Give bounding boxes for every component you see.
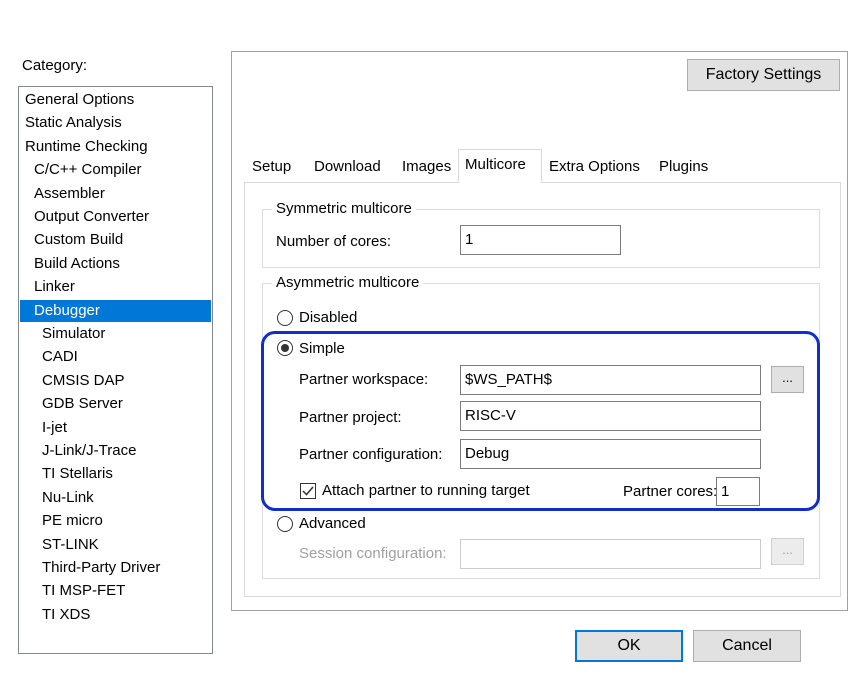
category-item[interactable]: CMSIS DAP xyxy=(20,370,211,392)
category-item[interactable]: Runtime Checking xyxy=(20,136,211,158)
factory-settings-button[interactable]: Factory Settings xyxy=(687,59,840,91)
session-configuration-input[interactable] xyxy=(460,539,761,569)
category-item[interactable]: Build Actions xyxy=(20,253,211,275)
session-configuration-label: Session configuration: xyxy=(299,545,447,562)
number-of-cores-label: Number of cores: xyxy=(276,233,392,250)
category-item[interactable]: TI XDS xyxy=(20,604,211,626)
tab-plugins[interactable]: Plugins xyxy=(653,153,714,181)
category-item[interactable]: Static Analysis xyxy=(20,112,211,134)
category-list[interactable]: General Options Static Analysis Runtime Ch… xyxy=(18,86,213,654)
category-item[interactable]: Linker xyxy=(20,276,211,298)
category-item[interactable]: Custom Build xyxy=(20,229,211,251)
category-label: Category: xyxy=(22,57,88,74)
category-item[interactable]: I-jet xyxy=(20,417,211,439)
disabled-radio-label: Disabled xyxy=(299,309,358,326)
tab-multicore[interactable]: Multicore xyxy=(458,149,542,183)
cancel-button[interactable]: Cancel xyxy=(693,630,801,662)
category-item[interactable]: Debugger xyxy=(20,299,211,322)
category-item[interactable]: ST-LINK xyxy=(20,534,211,556)
category-item[interactable]: PE micro xyxy=(20,510,211,532)
tab-extra-options[interactable]: Extra Options xyxy=(543,153,646,181)
annotation-highlight-box xyxy=(261,331,820,511)
disabled-radio[interactable] xyxy=(277,310,293,326)
advanced-radio[interactable] xyxy=(277,516,293,532)
advanced-radio-label: Advanced xyxy=(299,515,366,532)
category-item[interactable]: TI MSP-FET xyxy=(20,580,211,602)
ok-button[interactable]: OK xyxy=(575,630,683,662)
category-item[interactable]: Nu-Link xyxy=(20,487,211,509)
tab-setup[interactable]: Setup xyxy=(246,153,297,181)
category-item[interactable]: CADI xyxy=(20,346,211,368)
tab-images[interactable]: Images xyxy=(396,153,457,181)
category-item[interactable]: Assembler xyxy=(20,183,211,205)
tab-download[interactable]: Download xyxy=(308,153,387,181)
category-item[interactable]: C/C++ Compiler xyxy=(20,159,211,181)
symmetric-multicore-title: Symmetric multicore xyxy=(272,200,416,217)
category-item[interactable]: Simulator xyxy=(20,323,211,345)
category-item[interactable]: J-Link/J-Trace xyxy=(20,440,211,462)
category-item[interactable]: Output Converter xyxy=(20,206,211,228)
category-item[interactable]: TI Stellaris xyxy=(20,463,211,485)
asymmetric-multicore-title: Asymmetric multicore xyxy=(272,274,424,291)
category-item[interactable]: Third-Party Driver xyxy=(20,557,211,579)
category-item[interactable]: GDB Server xyxy=(20,393,211,415)
session-configuration-browse-button[interactable]: ... xyxy=(771,538,804,565)
number-of-cores-input[interactable]: 1 xyxy=(460,225,621,255)
category-item[interactable]: General Options xyxy=(20,89,211,111)
